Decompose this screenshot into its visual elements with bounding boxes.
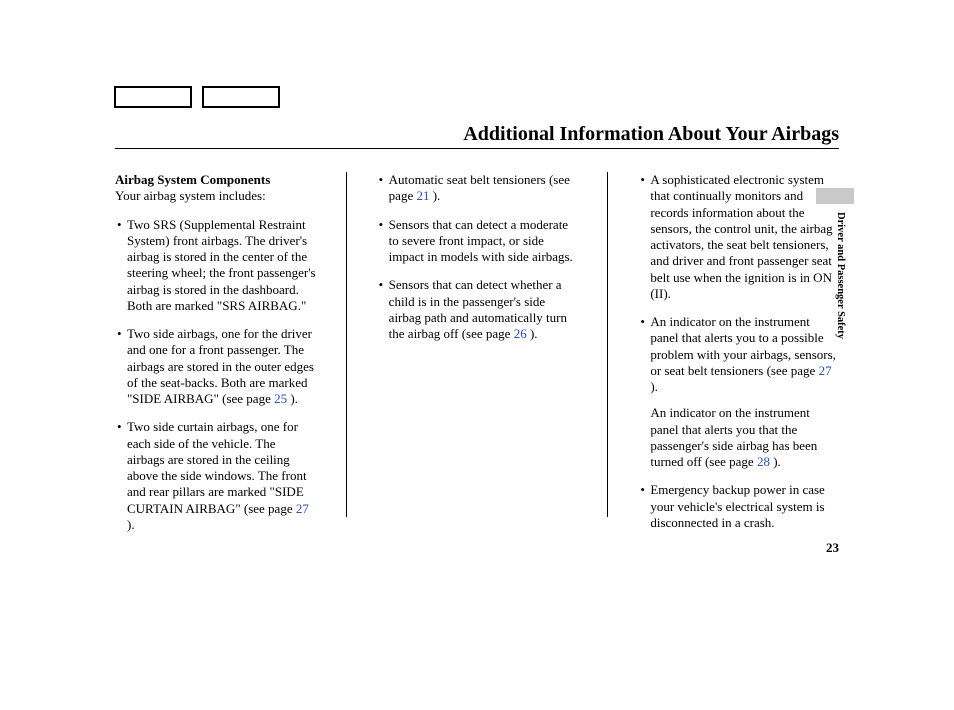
subheading: Airbag System Components [115, 172, 316, 188]
column-3: A sophisticated electronic system that c… [638, 172, 839, 545]
body-text: An indicator on the instrument panel tha… [650, 405, 817, 469]
list-item: Emergency backup power in case your vehi… [650, 482, 839, 531]
list-item: Sensors that can detect a moderate to se… [389, 217, 578, 266]
title-rule [115, 148, 839, 149]
page-ref-link[interactable]: 28 [757, 454, 770, 469]
intro-text: Your airbag system includes: [115, 188, 316, 204]
list-item: A sophisticated electronic system that c… [650, 172, 839, 302]
list-item: Sensors that can detect whether a child … [389, 277, 578, 342]
body-text: Emergency backup power in case your vehi… [650, 482, 824, 530]
body-text: ). [770, 454, 781, 469]
page: Additional Information About Your Airbag… [0, 0, 954, 710]
page-ref-link[interactable]: 21 [416, 188, 429, 203]
body-text: Two side curtain airbags, one for each s… [127, 419, 307, 515]
follow-paragraph: An indicator on the instrument panel tha… [650, 405, 839, 470]
page-ref-link[interactable]: 26 [514, 326, 527, 341]
page-ref-link[interactable]: 25 [274, 391, 287, 406]
column-separator [607, 172, 608, 517]
body-text: ). [527, 326, 538, 341]
page-ref-link[interactable]: 27 [819, 363, 832, 378]
nav-next-button[interactable] [202, 86, 280, 108]
list-item: Two side curtain airbags, one for each s… [127, 419, 316, 533]
body-text: Sensors that can detect whether a child … [389, 277, 567, 341]
body-text: ). [650, 379, 658, 394]
page-ref-link[interactable]: 27 [296, 501, 309, 516]
body-text: Sensors that can detect a moderate to se… [389, 217, 573, 265]
body-text: ). [429, 188, 440, 203]
body-text: A sophisticated electronic system that c… [650, 172, 832, 301]
column-2: Automatic seat belt tensioners (see page… [377, 172, 578, 545]
nav-prev-button[interactable] [114, 86, 192, 108]
column-1: Airbag System Components Your airbag sys… [115, 172, 316, 545]
content-columns: Airbag System Components Your airbag sys… [115, 172, 839, 545]
body-text: Two SRS (Supplemental Restraint System) … [127, 217, 316, 313]
page-title: Additional Information About Your Airbag… [463, 123, 839, 146]
column-separator [346, 172, 347, 517]
bullet-list: Two SRS (Supplemental Restraint System) … [115, 217, 316, 534]
body-text: ). [127, 517, 135, 532]
list-item: Two side airbags, one for the driver and… [127, 326, 316, 407]
list-item: Automatic seat belt tensioners (see page… [389, 172, 578, 205]
body-text: An indicator on the instrument panel tha… [650, 314, 836, 378]
bullet-list: A sophisticated electronic system that c… [638, 172, 839, 531]
body-text: ). [287, 391, 298, 406]
page-number: 23 [826, 540, 839, 556]
nav-buttons [114, 86, 280, 108]
bullet-list: Automatic seat belt tensioners (see page… [377, 172, 578, 342]
list-item: Two SRS (Supplemental Restraint System) … [127, 217, 316, 315]
list-item: An indicator on the instrument panel tha… [650, 314, 839, 470]
